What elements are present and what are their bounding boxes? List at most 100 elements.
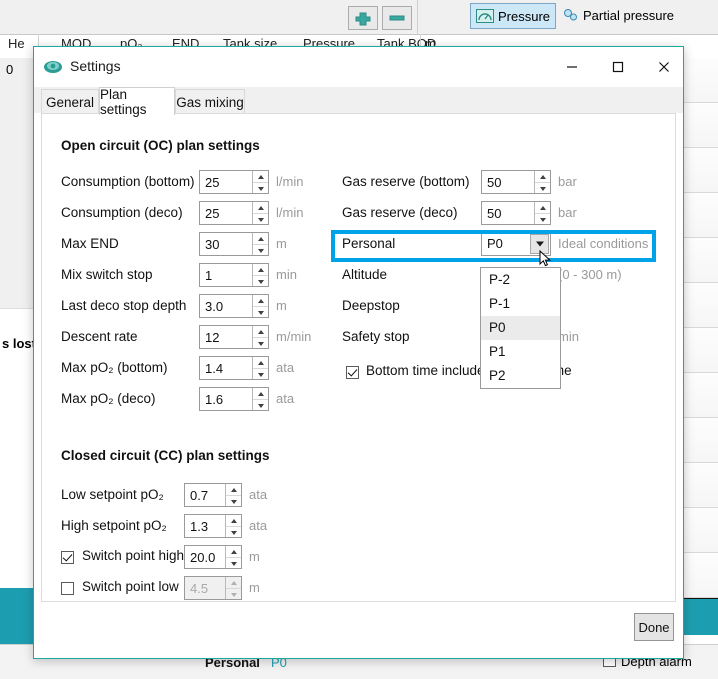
spinner-up[interactable]	[253, 233, 268, 245]
field-label-max-po2-deco: Max pO₂ (deco)	[61, 391, 156, 406]
spinner-down[interactable]	[253, 400, 268, 411]
spinner-buttons[interactable]	[252, 295, 268, 317]
spinner-buttons[interactable]	[225, 515, 241, 537]
field-label-high-setpoint-po2: High setpoint pO₂	[61, 518, 167, 533]
spinner-buttons[interactable]	[534, 171, 550, 193]
spinner-down[interactable]	[226, 496, 241, 507]
spinner-down[interactable]	[253, 338, 268, 349]
field-gas-reserve-deco[interactable]	[481, 201, 551, 225]
spinner-buttons[interactable]	[252, 357, 268, 379]
spinner-up[interactable]	[253, 357, 268, 369]
tab-strip: General Plan settings Gas mixing	[34, 87, 683, 113]
spinner-up[interactable]	[535, 202, 550, 214]
spinner-down[interactable]	[253, 214, 268, 225]
spinner-up[interactable]	[253, 171, 268, 183]
tab-plan-settings[interactable]: Plan settings	[99, 87, 175, 115]
field-gas-reserve-bottom[interactable]	[481, 170, 551, 194]
pressure-toggle[interactable]: Pressure	[470, 3, 556, 29]
field-label-max-po2-bottom: Max pO₂ (bottom)	[61, 360, 168, 375]
spinner-buttons[interactable]	[225, 546, 241, 568]
spinner-down[interactable]	[226, 558, 241, 569]
dropdown-option-p-2[interactable]: P-2	[481, 268, 560, 292]
spinner-up[interactable]	[253, 202, 268, 214]
field-label-altitude: Altitude	[342, 267, 387, 282]
field-mix-switch-stop[interactable]	[199, 263, 269, 287]
spinner-down[interactable]	[253, 276, 268, 287]
arrow-down-icon	[258, 249, 264, 253]
spinner-up[interactable]	[226, 515, 241, 527]
arrow-up-icon	[231, 550, 237, 554]
minimize-button[interactable]	[549, 47, 595, 87]
spinner-buttons[interactable]	[534, 202, 550, 224]
spinner-up[interactable]	[253, 326, 268, 338]
spinner-up[interactable]	[535, 171, 550, 183]
column-header-he[interactable]: He	[8, 36, 25, 58]
bottom-time-checkbox[interactable]	[346, 366, 359, 379]
spinner-up[interactable]	[253, 264, 268, 276]
chevron-down-icon	[536, 242, 544, 247]
personal-dropdown-list[interactable]: P-2 P-1 P0 P1 P2	[480, 267, 561, 389]
dropdown-option-p-1[interactable]: P-1	[481, 292, 560, 316]
spinner-buttons[interactable]	[252, 264, 268, 286]
dropdown-option-p1[interactable]: P1	[481, 340, 560, 364]
spinner-buttons[interactable]	[252, 388, 268, 410]
plus-icon	[349, 7, 377, 29]
field-label-last-deco-stop-depth: Last deco stop depth	[61, 298, 186, 313]
switch-point-high-checkbox[interactable]	[61, 551, 74, 564]
spinner-buttons[interactable]	[225, 484, 241, 506]
maximize-button[interactable]	[595, 47, 641, 87]
spinner-buttons[interactable]	[252, 202, 268, 224]
spinner-up[interactable]	[253, 388, 268, 400]
dialog-titlebar[interactable]: Settings	[34, 47, 683, 87]
spinner-down[interactable]	[535, 214, 550, 225]
dropdown-option-p2[interactable]: P2	[481, 364, 560, 388]
unit-high-setpoint-po2: ata	[249, 518, 267, 533]
field-label-consumption-deco: Consumption (deco)	[61, 205, 183, 220]
cc-section-title: Closed circuit (CC) plan settings	[61, 448, 270, 463]
arrow-up-icon	[258, 237, 264, 241]
spinner-down[interactable]	[253, 183, 268, 194]
field-low-setpoint-po2[interactable]	[184, 483, 242, 507]
unit-consumption-deco: l/min	[276, 205, 303, 220]
field-switch-point-high[interactable]	[184, 545, 242, 569]
field-switch-point-low[interactable]	[184, 576, 242, 600]
field-max-po2-deco[interactable]	[199, 387, 269, 411]
field-descent-rate[interactable]	[199, 325, 269, 349]
arrow-down-icon	[258, 404, 264, 408]
dropdown-option-p0[interactable]: P0	[481, 316, 560, 340]
spinner-buttons[interactable]	[252, 233, 268, 255]
arrow-up-icon	[540, 175, 546, 179]
close-button[interactable]	[641, 47, 687, 87]
field-max-end[interactable]	[199, 232, 269, 256]
settings-dialog: Settings General Plan settings Gas mixin…	[33, 46, 684, 659]
partial-pressure-toggle[interactable]: Partial pressure	[558, 3, 679, 27]
cell-value[interactable]: 0	[6, 62, 13, 77]
remove-row-button[interactable]	[382, 6, 412, 30]
notice-text: s lost	[2, 336, 36, 351]
tab-gas-mixing[interactable]: Gas mixing	[175, 89, 245, 115]
field-consumption-bottom[interactable]	[199, 170, 269, 194]
field-max-po2-bottom[interactable]	[199, 356, 269, 380]
field-consumption-deco[interactable]	[199, 201, 269, 225]
altitude-hint: (0 - 300 m)	[558, 267, 622, 282]
spinner-up[interactable]	[253, 295, 268, 307]
spinner-buttons[interactable]	[252, 326, 268, 348]
spinner-down[interactable]	[226, 527, 241, 538]
unit-gas-reserve-bottom: bar	[558, 174, 577, 189]
spinner-down[interactable]	[535, 183, 550, 194]
spinner-down[interactable]	[253, 245, 268, 256]
field-last-deco-stop-depth[interactable]	[199, 294, 269, 318]
field-high-setpoint-po2[interactable]	[184, 514, 242, 538]
tab-general[interactable]: General	[41, 89, 99, 115]
spinner-down[interactable]	[253, 307, 268, 318]
spinner-down[interactable]	[253, 369, 268, 380]
done-button[interactable]: Done	[634, 613, 674, 641]
spinner-buttons[interactable]	[252, 171, 268, 193]
field-label-deepstop: Deepstop	[342, 298, 400, 313]
spinner-up[interactable]	[226, 546, 241, 558]
spinner-up[interactable]	[226, 484, 241, 496]
unit-safety-stop: min	[558, 329, 579, 344]
add-row-button[interactable]	[348, 6, 378, 30]
arrow-down-icon	[258, 218, 264, 222]
switch-point-low-checkbox[interactable]	[61, 582, 74, 595]
